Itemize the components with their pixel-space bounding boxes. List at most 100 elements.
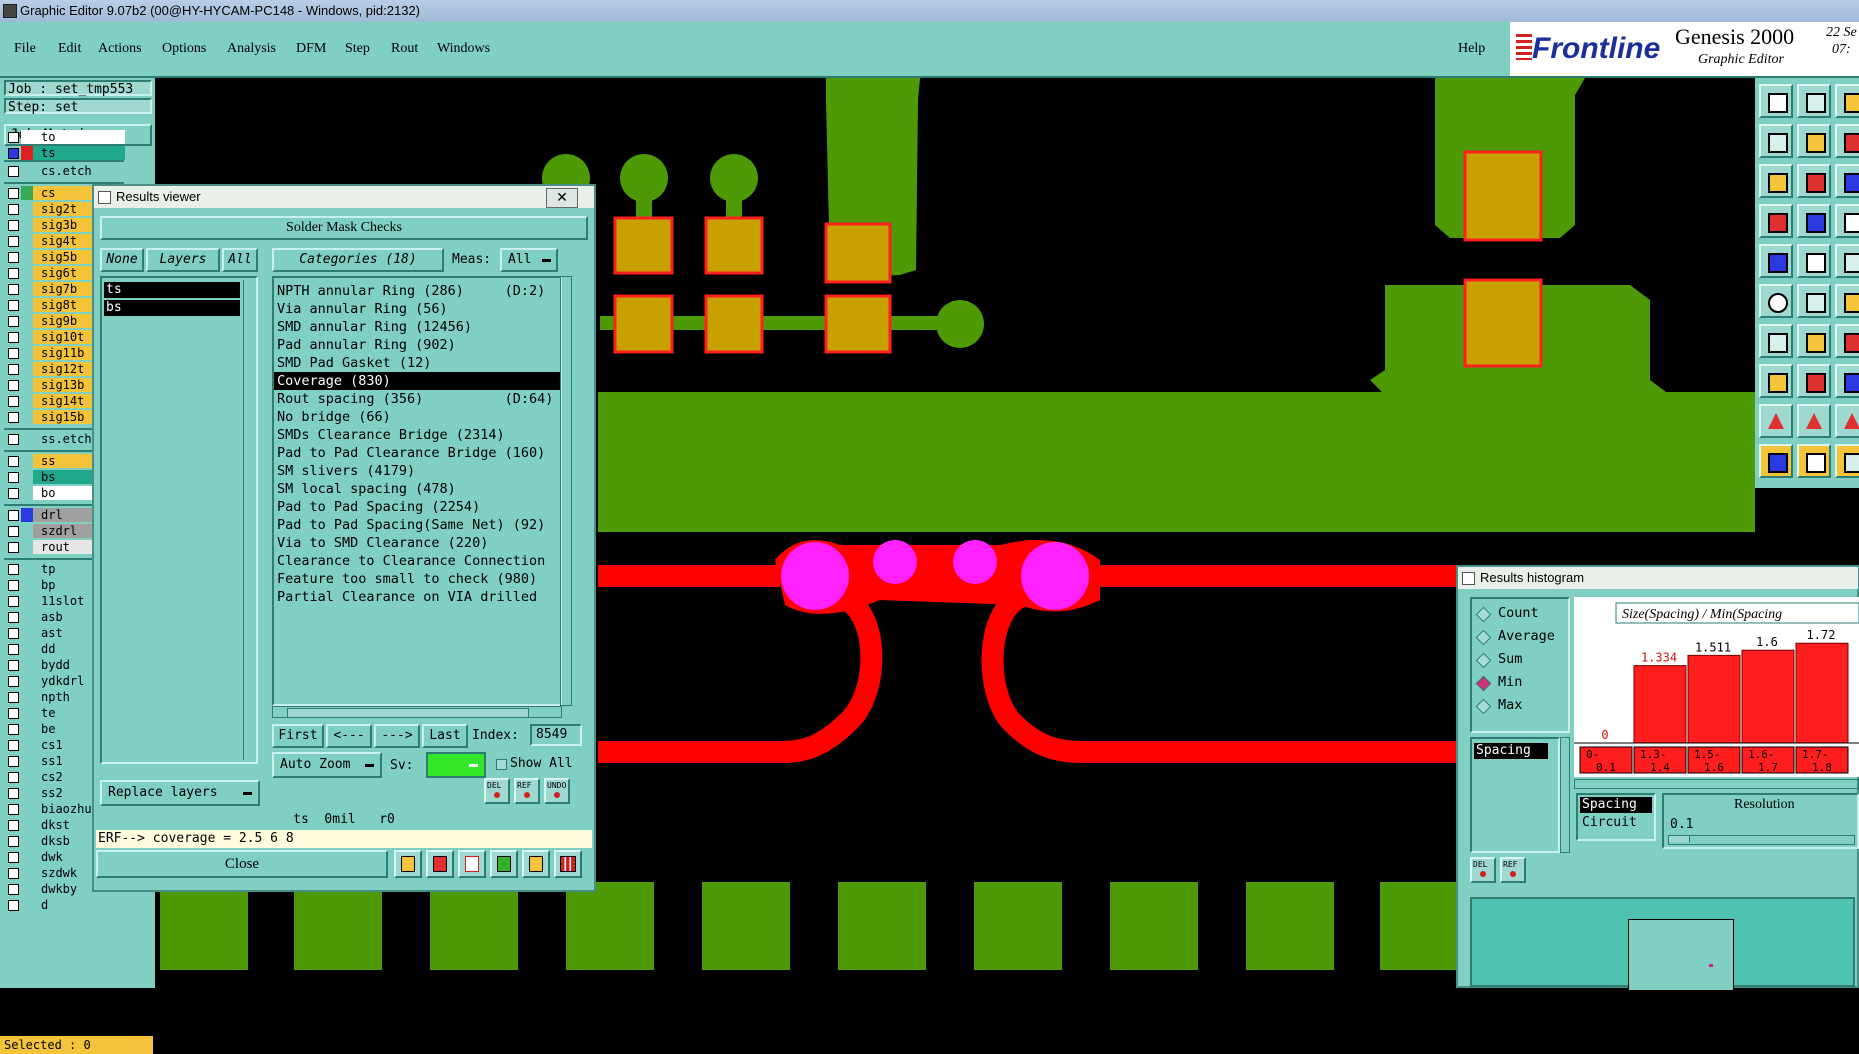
layer-checkbox[interactable]	[8, 692, 19, 703]
move-left-icon[interactable]	[1759, 124, 1793, 158]
layer-checkbox[interactable]	[8, 252, 19, 263]
aggregate-option-count[interactable]: Count	[1475, 603, 1576, 625]
histogram-ref-button[interactable]: REF	[1500, 857, 1526, 883]
layer-checkbox[interactable]	[8, 510, 19, 521]
histogram-bar[interactable]	[1741, 649, 1795, 744]
node-icon[interactable]	[1759, 284, 1793, 318]
fit-icon[interactable]	[1759, 164, 1793, 198]
category-item[interactable]: Rout spacing (356) (D:64)	[274, 390, 560, 408]
line-icon[interactable]	[1797, 364, 1831, 398]
layer-checkbox[interactable]	[8, 756, 19, 767]
category-item[interactable]: Via annular Ring (56)	[274, 300, 560, 318]
layer-checkbox[interactable]	[8, 488, 19, 499]
category-item[interactable]: Coverage (830)	[274, 372, 560, 390]
layer-checkbox[interactable]	[8, 348, 19, 359]
resolution-slider[interactable]	[1668, 835, 1855, 845]
layer-checkbox[interactable]	[8, 526, 19, 537]
triangle-icon[interactable]	[1759, 404, 1793, 438]
diamond-radio-icon[interactable]	[1475, 652, 1492, 669]
histogram-icon[interactable]	[554, 850, 582, 878]
aggregate-option-min[interactable]: Min	[1475, 672, 1576, 694]
report-icon[interactable]	[426, 850, 454, 878]
wrench-icon[interactable]	[1759, 204, 1793, 238]
histogram-bar[interactable]	[1795, 642, 1849, 744]
histogram-chart[interactable]: Size(Spacing) / Min(Spacing 00-0.1 1.334 1.…	[1574, 597, 1859, 777]
point-icon[interactable]	[1759, 364, 1793, 398]
prev-button[interactable]: <---	[326, 724, 372, 748]
category-item[interactable]: SMD Pad Gasket (12)	[274, 354, 560, 372]
layer-checkbox[interactable]	[8, 580, 19, 591]
layer-checkbox[interactable]	[8, 396, 19, 407]
layer-checkbox[interactable]	[8, 724, 19, 735]
panel-icon[interactable]	[1797, 84, 1831, 118]
layer-checkbox[interactable]	[8, 628, 19, 639]
histogram-del-button[interactable]: DEL	[1470, 857, 1496, 883]
menu-rout[interactable]: Rout	[391, 41, 418, 57]
branch-icon[interactable]	[1835, 324, 1859, 358]
layers-button[interactable]: Layers	[146, 248, 220, 272]
layer-checkbox[interactable]	[8, 166, 19, 177]
aggregate-option-sum[interactable]: Sum	[1475, 649, 1576, 671]
aggregate-option-max[interactable]: Max	[1475, 695, 1576, 717]
category-item[interactable]: Pad to Pad Clearance Bridge (160)	[274, 444, 560, 462]
layer-checkbox[interactable]	[8, 220, 19, 231]
undo-button[interactable]: UNDO	[544, 778, 570, 804]
menu-windows[interactable]: Windows	[437, 41, 490, 57]
layer-checkbox[interactable]	[8, 884, 19, 895]
arrow-up-icon[interactable]	[1797, 404, 1831, 438]
category-item[interactable]: SM slivers (4179)	[274, 462, 560, 480]
ref-button[interactable]: REF	[514, 778, 540, 804]
layers-all-button[interactable]: All	[222, 248, 258, 272]
layer-checkbox[interactable]	[8, 564, 19, 575]
menu-step[interactable]: Step	[345, 41, 370, 57]
next-button[interactable]: --->	[374, 724, 420, 748]
route-icon[interactable]	[1835, 204, 1859, 238]
layer-checkbox[interactable]	[8, 132, 19, 143]
category-item[interactable]: NPTH annular Ring (286) (D:2)	[274, 282, 560, 300]
notes-icon[interactable]	[522, 850, 550, 878]
layer-checkbox[interactable]	[8, 772, 19, 783]
layer-checkbox[interactable]	[8, 332, 19, 343]
checklist-icon[interactable]	[490, 850, 518, 878]
menu-dfm[interactable]: DFM	[296, 41, 326, 57]
field-list-item[interactable]: Circuit	[1580, 815, 1652, 831]
close-icon[interactable]: ✕	[546, 188, 578, 208]
overview-map[interactable]	[1470, 897, 1855, 991]
grid-icon[interactable]	[1797, 204, 1831, 238]
layer-results-list[interactable]: ts bs	[100, 276, 258, 764]
category-item[interactable]: Pad to Pad Spacing(Same Net) (92)	[274, 516, 560, 534]
field-list-item[interactable]: Spacing	[1580, 797, 1652, 813]
layer-list-scrollbar[interactable]	[243, 280, 254, 760]
aggregate-option-average[interactable]: Average	[1475, 626, 1576, 648]
category-item[interactable]: Pad annular Ring (902)	[274, 336, 560, 354]
measure-list[interactable]: Spacing	[1470, 737, 1560, 853]
result-layer-item[interactable]: ts	[104, 282, 240, 298]
layer-checkbox[interactable]	[8, 596, 19, 607]
categories-vscrollbar[interactable]	[560, 276, 572, 706]
shape-icon[interactable]	[1797, 244, 1831, 278]
layer-row[interactable]: d	[6, 898, 125, 913]
cross-icon[interactable]	[1797, 284, 1831, 318]
angle-icon[interactable]	[1759, 324, 1793, 358]
slope-icon[interactable]	[1797, 324, 1831, 358]
layer-checkbox[interactable]	[8, 676, 19, 687]
layer-checkbox[interactable]	[8, 316, 19, 327]
diamond-radio-icon[interactable]	[1475, 629, 1492, 646]
frame-icon[interactable]	[1835, 84, 1859, 118]
layer-checkbox[interactable]	[8, 788, 19, 799]
layer-checkbox[interactable]	[8, 612, 19, 623]
select-icon[interactable]	[1797, 444, 1831, 478]
diamond-radio-icon[interactable]	[1475, 606, 1492, 623]
layer-checkbox[interactable]	[8, 188, 19, 199]
menu-options[interactable]: Options	[162, 41, 206, 57]
link-icon[interactable]	[1835, 284, 1859, 318]
histogram-bar[interactable]	[1633, 665, 1687, 744]
measure-list-item[interactable]: Spacing	[1474, 743, 1548, 759]
first-button[interactable]: First	[272, 724, 324, 748]
diamond-radio-icon[interactable]	[1475, 698, 1492, 715]
layer-checkbox[interactable]	[8, 284, 19, 295]
histogram-field-list[interactable]: Spacing Circuit	[1576, 793, 1656, 841]
layer-row[interactable]: cs.etch	[6, 164, 125, 179]
layer-row[interactable]: to	[6, 130, 125, 145]
layer-checkbox[interactable]	[8, 434, 19, 445]
